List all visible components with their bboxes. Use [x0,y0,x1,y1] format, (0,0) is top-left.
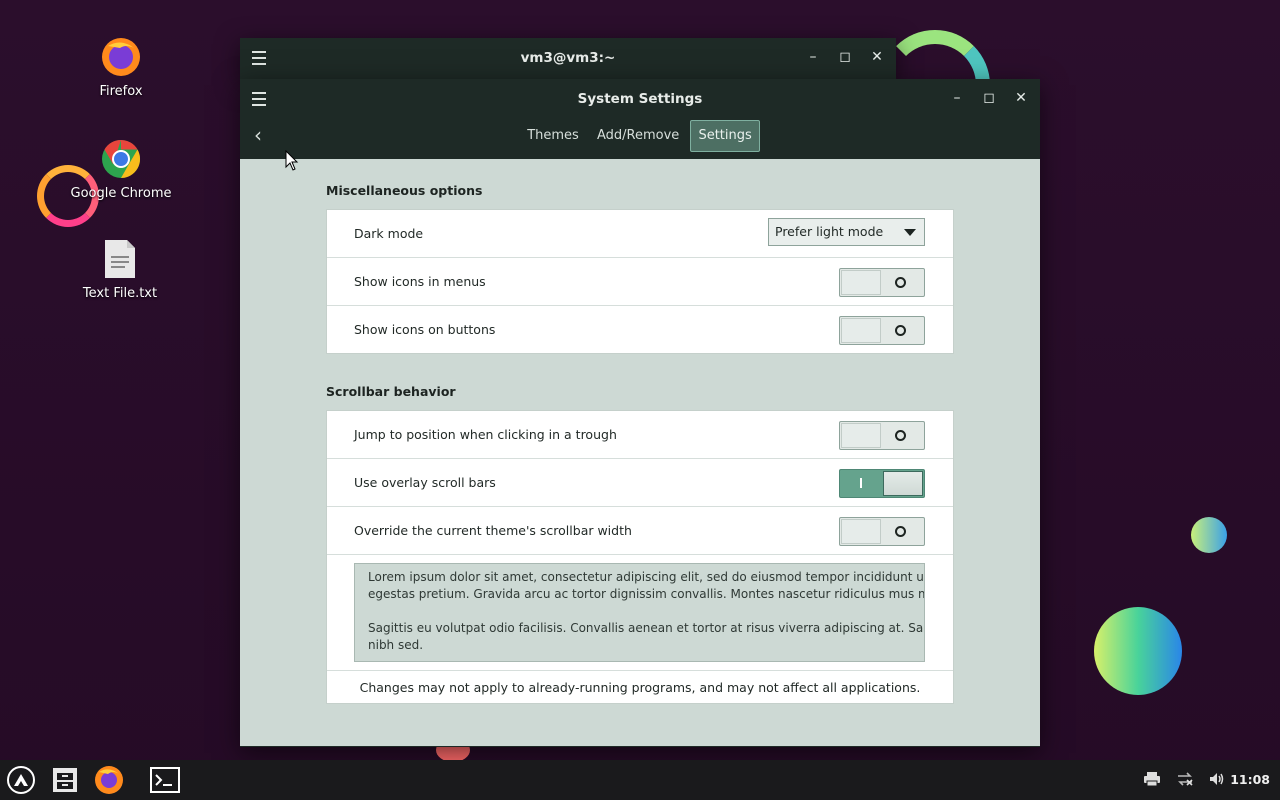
mouse-cursor-icon [285,150,299,171]
row-override-width: Override the current theme's scrollbar w… [327,507,953,555]
close-button[interactable]: ✕ [868,48,886,66]
misc-options-card: Dark mode Prefer light mode Show icons i… [326,209,954,354]
row-dark-mode: Dark mode Prefer light mode [327,210,953,258]
switch-knob [841,519,881,544]
desktop-icon-label: Text File.txt [82,286,158,301]
jump-trough-label: Jump to position when clicking in a trou… [354,427,617,442]
text-file-icon [99,238,141,280]
close-button[interactable]: ✕ [1012,89,1030,107]
minimize-button[interactable]: – [804,48,822,66]
chevron-down-icon [904,229,916,236]
sample-text-line [355,603,924,620]
switch-knob [841,270,881,295]
settings-titlebar[interactable]: System Settings – ◻ ✕ [240,79,1040,119]
window-title: vm3@vm3:~ [520,50,616,66]
on-indicator-icon [860,478,862,488]
switch-knob [883,471,923,496]
sample-text-line: Sagittis eu volutpat odio facilisis. Con… [368,621,925,635]
row-icons-buttons: Show icons on buttons [327,306,953,353]
settings-window[interactable]: System Settings – ◻ ✕ ‹ Themes Add/Remov… [240,79,1040,747]
row-jump-trough: Jump to position when clicking in a trou… [327,411,953,459]
decor-ball-large [1094,607,1182,695]
firefox-icon [100,36,142,78]
overlay-scrollbars-switch[interactable] [839,469,925,498]
scrollbar-options-card: Jump to position when clicking in a trou… [326,410,954,704]
overlay-scrollbars-label: Use overlay scroll bars [354,475,496,490]
off-indicator-icon [895,430,906,441]
dark-mode-value: Prefer light mode [775,224,884,239]
section-heading-scrollbar: Scrollbar behavior [326,384,456,399]
override-width-label: Override the current theme's scrollbar w… [354,523,632,538]
row-icons-menus: Show icons in menus [327,258,953,306]
dark-mode-dropdown[interactable]: Prefer light mode [768,218,925,246]
window-title: System Settings [577,91,703,107]
jump-trough-switch[interactable] [839,421,925,450]
terminal-icon[interactable] [150,765,180,795]
terminal-window[interactable]: vm3@vm3:~ – ◻ ✕ [240,38,896,80]
row-overlay-scrollbars: Use overlay scroll bars [327,459,953,507]
desktop-icon-firefox[interactable]: Firefox [66,36,176,99]
switch-knob [841,318,881,343]
desktop-icon-chrome[interactable]: Google Chrome [66,138,176,201]
volume-icon[interactable] [1207,770,1227,792]
icons-buttons-switch[interactable] [839,316,925,345]
override-width-switch[interactable] [839,517,925,546]
tab-bar: Themes Add/Remove Settings [240,120,1040,156]
switch-knob [841,423,881,448]
desktop-icon-label: Google Chrome [70,186,172,201]
off-indicator-icon [895,325,906,336]
tab-settings[interactable]: Settings [690,120,760,152]
settings-note: Changes may not apply to already-running… [359,680,921,695]
printer-icon[interactable] [1142,770,1162,792]
clock[interactable]: 11:08 [1230,760,1270,800]
terminal-titlebar[interactable]: vm3@vm3:~ – ◻ ✕ [240,38,896,78]
icons-buttons-label: Show icons on buttons [354,322,496,337]
sample-text-line: egestas pretium. Gravida arcu ac tortor … [368,587,925,601]
off-indicator-icon [895,277,906,288]
sample-text-line: Lorem ipsum dolor sit amet, consectetur … [368,570,925,584]
icons-menus-label: Show icons in menus [354,274,486,289]
maximize-button[interactable]: ◻ [836,48,854,66]
launcher-icon[interactable] [6,765,36,795]
maximize-button[interactable]: ◻ [980,89,998,107]
dark-mode-label: Dark mode [354,226,424,241]
desktop-icon-text-file[interactable]: Text File.txt [65,238,175,301]
desktop-icon-label: Firefox [99,84,143,99]
settings-content: Miscellaneous options Dark mode Prefer l… [240,159,1040,746]
chrome-icon [100,138,142,180]
tab-themes[interactable]: Themes [520,121,586,151]
row-sample-text: Lorem ipsum dolor sit amet, consectetur … [327,555,953,671]
firefox-icon[interactable] [94,765,124,795]
decor-ball-small [1191,517,1227,553]
tab-add-remove[interactable]: Add/Remove [590,121,686,151]
icons-menus-switch[interactable] [839,268,925,297]
minimize-button[interactable]: – [948,89,966,107]
taskbar: 11:08 [0,760,1280,800]
section-heading-misc: Miscellaneous options [326,183,483,198]
file-manager-icon[interactable] [50,765,80,795]
network-disconnected-icon[interactable] [1175,770,1195,792]
sample-text-area[interactable]: Lorem ipsum dolor sit amet, consectetur … [354,563,925,662]
row-note: Changes may not apply to already-running… [327,671,953,704]
off-indicator-icon [895,526,906,537]
sample-text-line: nibh sed. [368,638,424,652]
